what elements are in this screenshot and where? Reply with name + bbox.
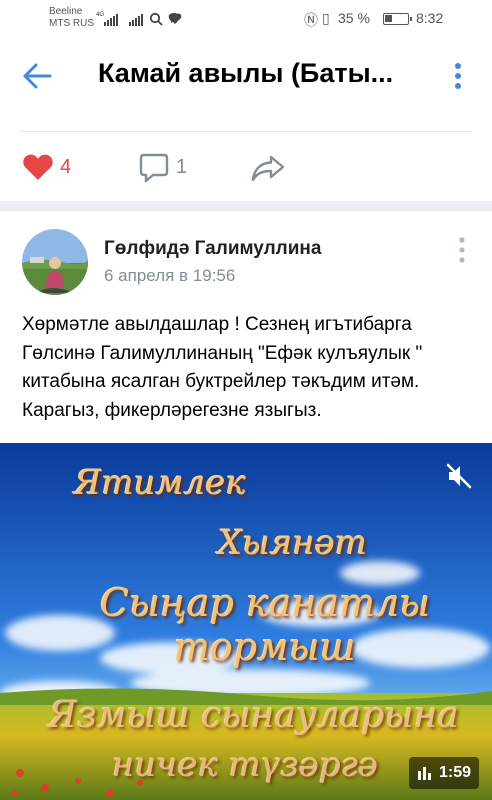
post-more-options-icon[interactable] bbox=[456, 236, 468, 264]
post-date[interactable]: 6 апреля в 19:56 bbox=[104, 266, 235, 286]
heart-like-icon[interactable] bbox=[22, 152, 54, 182]
video-line-4: тормыш bbox=[174, 625, 356, 669]
like-count[interactable]: 4 bbox=[60, 156, 71, 179]
video-player[interactable]: Ятимлек Хыянәт Сыңар канатлы тормыш Язмы… bbox=[0, 443, 492, 800]
network-type: 4G bbox=[96, 12, 105, 18]
mute-icon[interactable] bbox=[445, 462, 473, 490]
equalizer-icon bbox=[418, 767, 431, 780]
signal-icon-1 bbox=[104, 14, 118, 26]
post-author-name[interactable]: Гөлфидә Галимуллина bbox=[104, 238, 321, 260]
video-duration-badge: 1:59 bbox=[409, 757, 480, 789]
video-line-1: Ятимлек bbox=[74, 463, 246, 503]
carrier-names: Beeline MTS RUS bbox=[49, 6, 94, 30]
share-icon[interactable] bbox=[251, 154, 285, 182]
status-bar: Beeline MTS RUS 4G Ⓝ ▯ 35 % 8:32 bbox=[0, 0, 492, 40]
video-line-2: Хыянәт bbox=[218, 523, 368, 563]
signal-icon-2 bbox=[129, 14, 143, 26]
nfc-icon: Ⓝ bbox=[304, 12, 318, 28]
post-actions-bar: 4 1 bbox=[0, 140, 492, 196]
post-text: Хөрмәтле авылдашлар ! Сезнең игътибарга … bbox=[22, 314, 423, 421]
app-header: Камай авылы (Баты... bbox=[0, 40, 492, 112]
back-arrow-icon[interactable] bbox=[22, 62, 52, 90]
video-line-6: ничек түзәргә bbox=[112, 745, 379, 785]
video-line-3: Сыңар канатлы bbox=[100, 581, 431, 625]
comment-count[interactable]: 1 bbox=[176, 156, 187, 179]
battery-level bbox=[385, 15, 392, 22]
author-avatar[interactable] bbox=[22, 229, 88, 295]
divider bbox=[20, 131, 472, 132]
page-title: Камай авылы (Баты... bbox=[98, 58, 394, 88]
video-line-5: Язмыш сынауларына bbox=[48, 695, 459, 736]
search-icon bbox=[149, 12, 163, 26]
video-overlay-text: Ятимлек Хыянәт Сыңар канатлы тормыш Язмы… bbox=[0, 443, 492, 800]
carrier-1: Beeline bbox=[49, 6, 83, 17]
more-options-icon[interactable] bbox=[452, 62, 464, 90]
battery-icon bbox=[383, 13, 412, 25]
carrier-2: MTS RUS bbox=[49, 18, 94, 29]
heart-status-icon bbox=[168, 13, 182, 24]
video-duration: 1:59 bbox=[439, 764, 472, 781]
battery-percent: 35 % bbox=[338, 10, 370, 26]
vibrate-icon: ▯ bbox=[322, 10, 330, 26]
comment-icon[interactable] bbox=[139, 152, 169, 184]
clock: 8:32 bbox=[416, 10, 444, 26]
feed-separator bbox=[0, 201, 492, 211]
